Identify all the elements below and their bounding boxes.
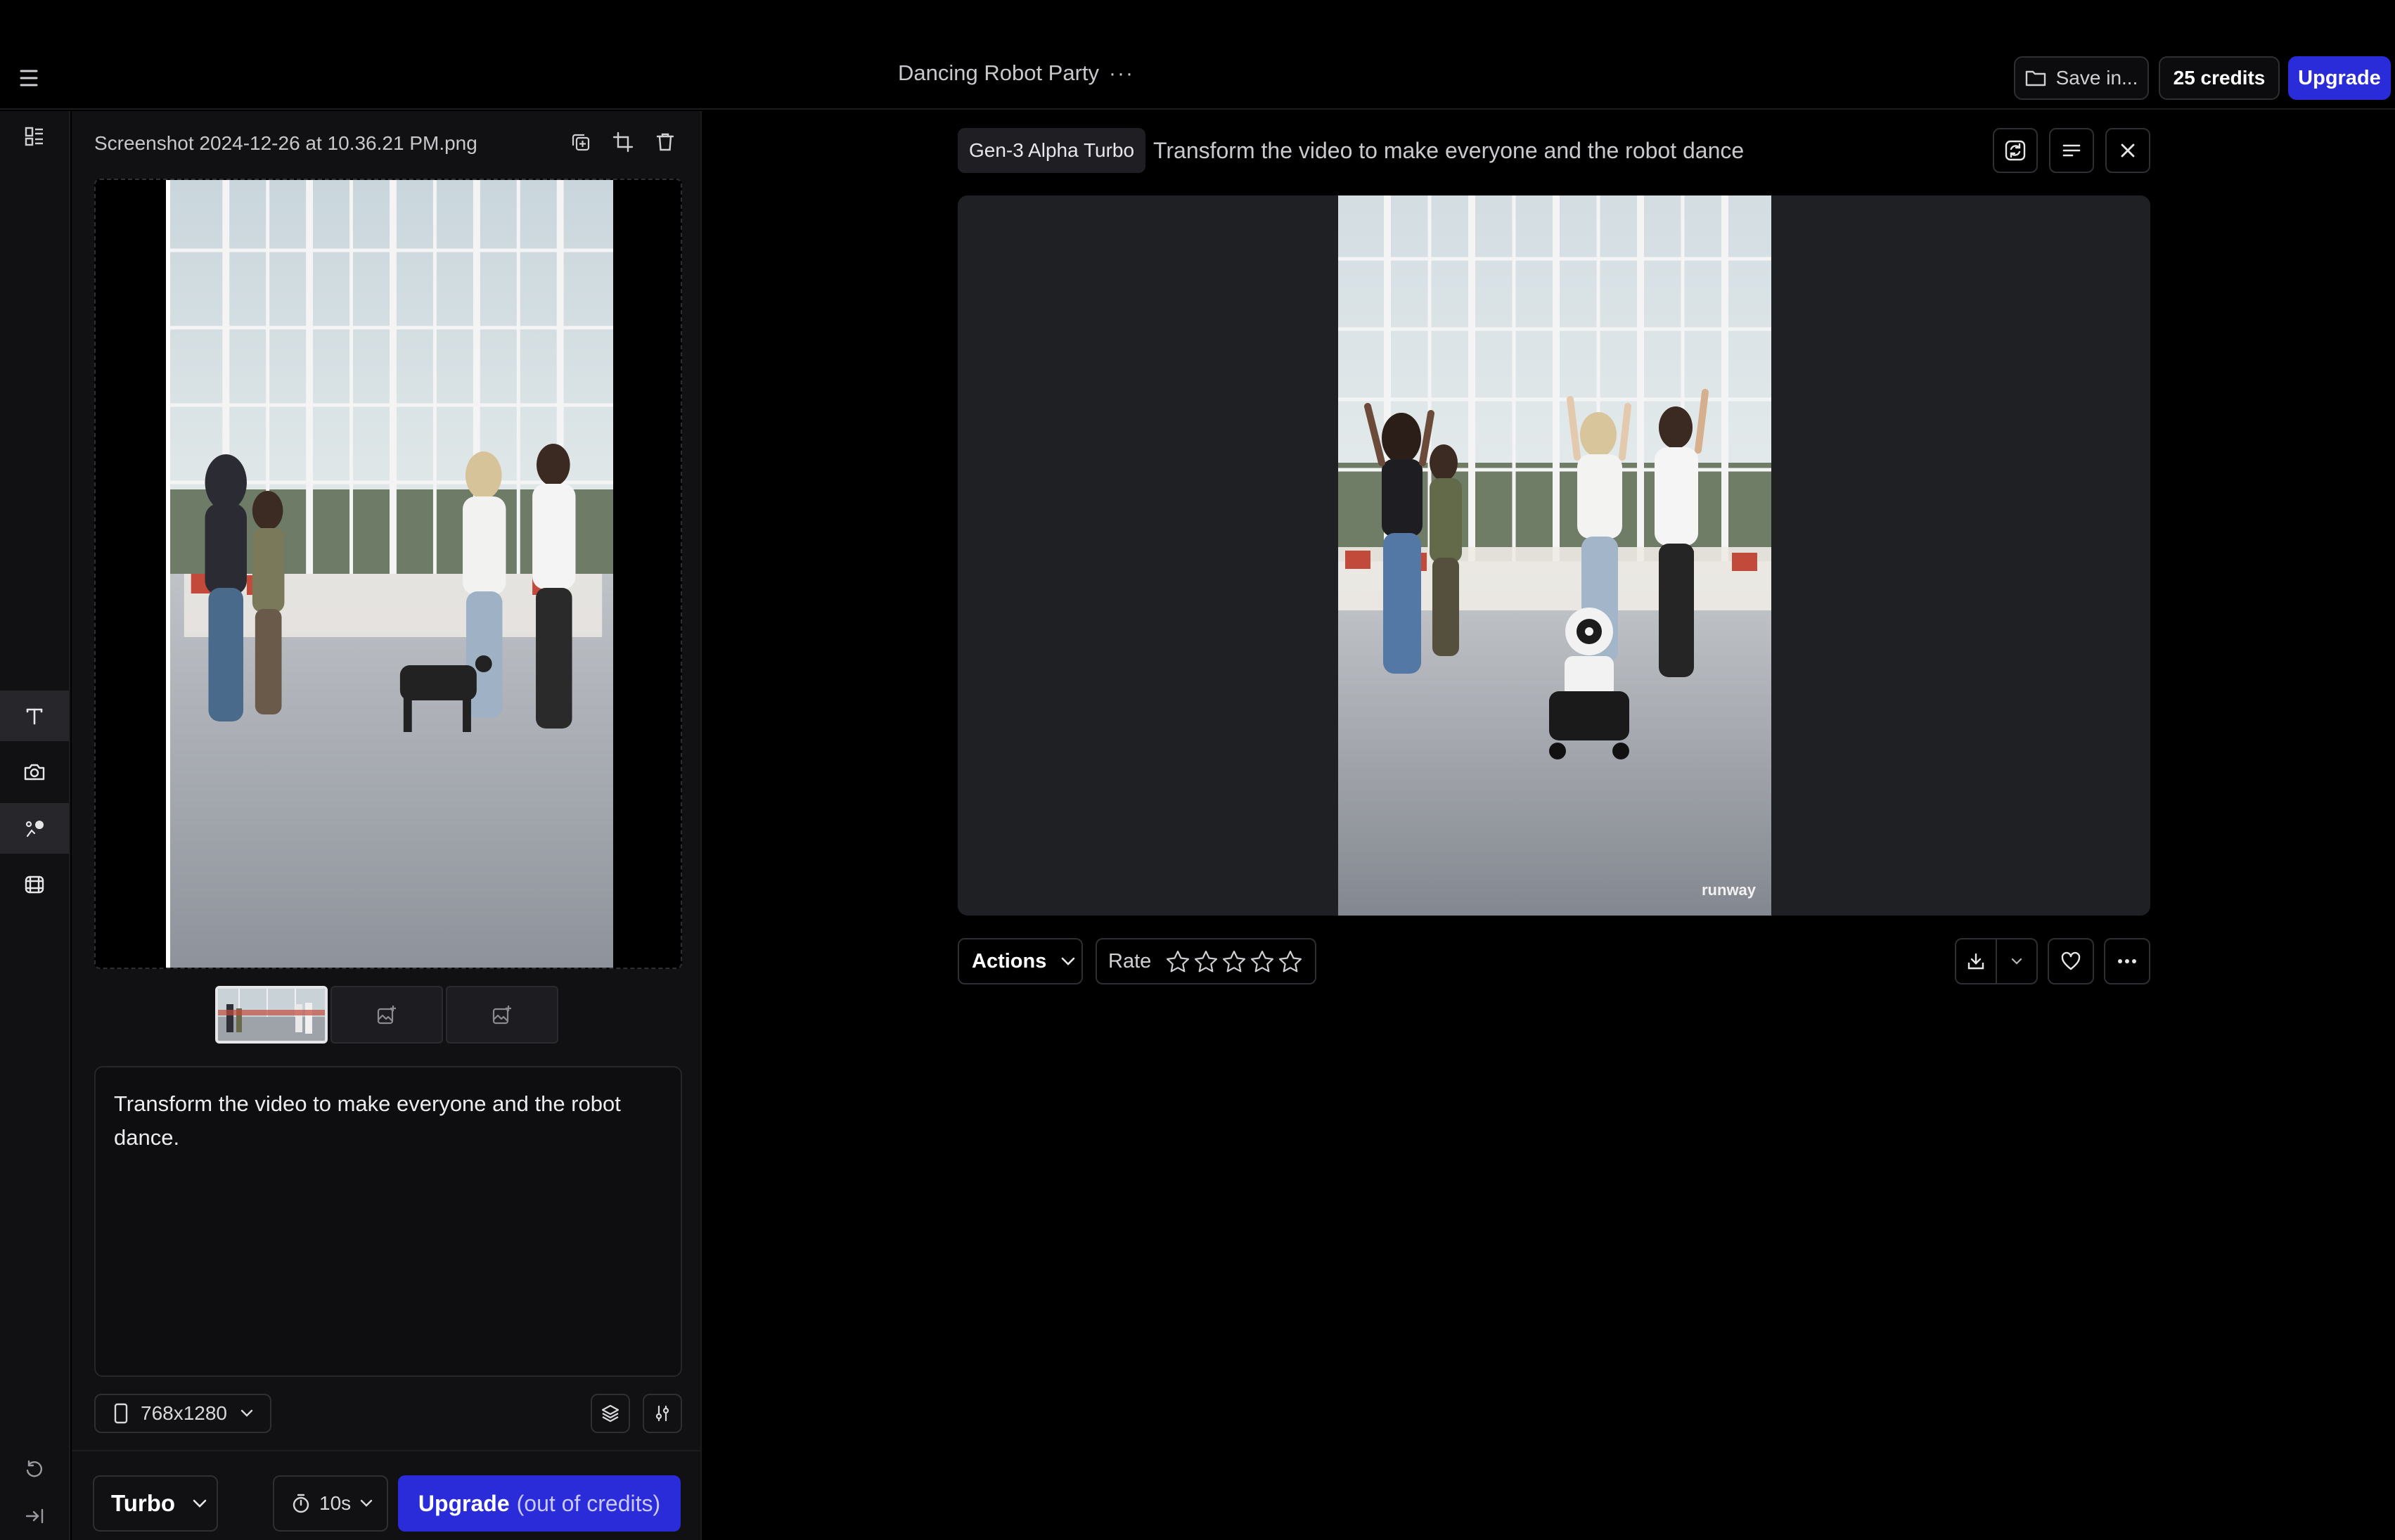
star-icon[interactable] [1164, 949, 1192, 973]
image-slots [215, 986, 558, 1044]
more-horizontal-icon [2118, 959, 2136, 963]
details-button[interactable] [2049, 128, 2094, 173]
chevron-down-icon [360, 1499, 373, 1507]
chevron-down-icon [193, 1499, 207, 1508]
actions-dropdown[interactable]: Actions [958, 938, 1083, 984]
download-options-button[interactable] [1997, 939, 2036, 983]
model-value: Turbo [111, 1490, 176, 1516]
timer-icon [293, 1494, 309, 1513]
duration-value: 10s [319, 1492, 352, 1514]
star-icon[interactable] [1276, 949, 1304, 973]
duplicate-icon[interactable] [568, 129, 593, 155]
frames-icon[interactable] [0, 859, 69, 910]
image-slot-1[interactable] [215, 986, 328, 1044]
add-image-icon [377, 1006, 396, 1025]
runway-watermark: runway [1702, 881, 1757, 899]
upgrade-button[interactable]: Upgrade [2288, 56, 2391, 100]
rate-label: Rate [1108, 949, 1152, 973]
star-icon[interactable] [1192, 949, 1220, 973]
reuse-settings-button[interactable] [1993, 128, 2038, 173]
input-panel: Screenshot 2024-12-26 at 10.36.21 PM.png [72, 111, 702, 1540]
crop-icon[interactable] [610, 129, 636, 155]
more-horizontal-icon[interactable]: ··· [1109, 62, 1134, 85]
star-rating [1164, 949, 1304, 973]
generate-upgrade-button[interactable]: Upgrade (out of credits) [398, 1475, 681, 1532]
folder-icon [2025, 70, 2046, 86]
chevron-down-icon [240, 1409, 253, 1417]
project-title-text[interactable]: Dancing Robot Party [898, 60, 1099, 85]
text-align-icon [2062, 144, 2081, 157]
tool-rail [0, 111, 70, 1540]
resolution-select[interactable]: 768x1280 [94, 1394, 271, 1433]
text-tool-icon[interactable] [0, 691, 69, 741]
favorite-button[interactable] [2048, 938, 2094, 984]
motion-brush-icon[interactable] [0, 803, 69, 854]
refresh-icon [2005, 140, 2026, 161]
result-prompt: Transform the video to make everyone and… [1153, 138, 1745, 163]
model-select[interactable]: Turbo [93, 1475, 218, 1532]
assets-icon[interactable] [0, 111, 69, 162]
model-chip: Gen-3 Alpha Turbo [958, 128, 1146, 173]
result-actions: Actions Rate [958, 938, 2150, 984]
save-in-button[interactable]: Save in... [2014, 56, 2149, 100]
project-title[interactable]: Dancing Robot Party ··· [0, 60, 2032, 86]
chevron-down-icon [1062, 957, 1075, 965]
camera-icon[interactable] [0, 747, 69, 797]
image-slot-1-thumbnail [218, 989, 325, 1041]
download-button-group [1955, 938, 2038, 984]
generate-upgrade-label: Upgrade [418, 1490, 510, 1516]
image-slot-2[interactable] [330, 986, 443, 1044]
input-image [166, 180, 613, 968]
rate-control: Rate [1096, 938, 1316, 984]
generated-video-frame [1338, 195, 1771, 916]
chevron-down-icon [2011, 958, 2022, 965]
out-of-credits-note: (out of credits) [516, 1490, 661, 1516]
settings-button[interactable] [643, 1394, 682, 1433]
download-button[interactable] [1956, 939, 1996, 983]
input-image-preview[interactable] [94, 179, 682, 969]
download-icon [1967, 953, 1984, 970]
resolution-value: 768x1280 [141, 1402, 228, 1424]
video-player[interactable]: runway [958, 195, 2150, 916]
file-tools [568, 129, 678, 155]
close-icon [2121, 143, 2135, 158]
credits-button[interactable]: 25 credits [2159, 56, 2280, 100]
file-name: Screenshot 2024-12-26 at 10.36.21 PM.png [94, 132, 477, 154]
close-button[interactable] [2105, 128, 2150, 173]
top-bar: Dancing Robot Party ··· Save in... 25 cre… [0, 0, 2395, 110]
star-icon[interactable] [1220, 949, 1248, 973]
save-in-label: Save in... [2055, 67, 2138, 89]
star-icon[interactable] [1248, 949, 1276, 973]
generation-controls: Turbo 10s Upgrade (out of credits) [72, 1450, 700, 1540]
sliders-icon [655, 1405, 669, 1422]
portrait-phone-icon [114, 1403, 128, 1424]
trash-icon[interactable] [653, 129, 678, 155]
duration-select[interactable]: 10s [273, 1475, 388, 1532]
collapse-icon[interactable] [0, 1491, 69, 1540]
add-image-icon [492, 1006, 511, 1025]
heart-icon [2061, 951, 2081, 970]
layers-button[interactable] [591, 1394, 630, 1433]
prompt-textarea[interactable]: Transform the video to make everyone and… [94, 1066, 682, 1377]
actions-label: Actions [972, 949, 1047, 973]
more-options-button[interactable] [2104, 938, 2150, 984]
image-slot-3[interactable] [446, 986, 558, 1044]
layers-icon [601, 1404, 619, 1423]
result-header: Gen-3 Alpha Turbo Transform the video to… [958, 128, 2150, 173]
undo-icon[interactable] [0, 1444, 69, 1495]
